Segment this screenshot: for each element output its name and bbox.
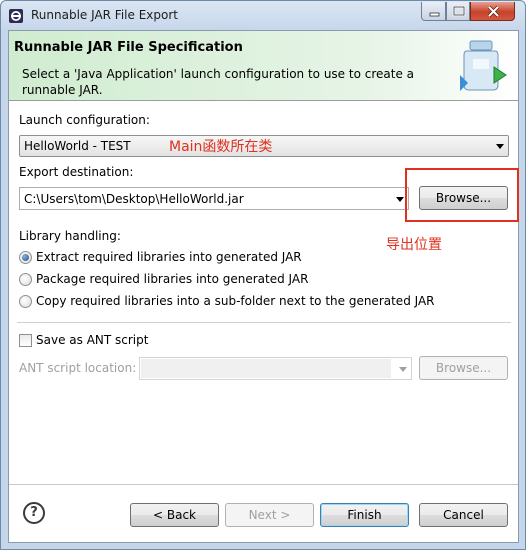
minimize-button[interactable]	[421, 2, 446, 21]
footer-divider	[9, 484, 518, 485]
launch-config-value: HelloWorld - TEST	[24, 139, 131, 153]
radio-package-libraries[interactable]	[19, 273, 32, 286]
export-destination-input[interactable]: C:\Users\tom\Desktop\HelloWorld.jar	[19, 187, 409, 210]
minimize-icon	[429, 12, 440, 17]
save-ant-label[interactable]: Save as ANT script	[36, 333, 148, 347]
chevron-down-icon	[399, 367, 407, 372]
section-divider	[17, 322, 511, 323]
browse-highlight-box	[405, 168, 519, 222]
maximize-icon	[452, 5, 466, 17]
package-libraries-label[interactable]: Package required libraries into generate…	[36, 272, 308, 286]
jar-wizard-icon	[460, 40, 507, 91]
copy-libraries-label[interactable]: Copy required libraries into a sub-folde…	[36, 294, 435, 308]
ant-location-field	[141, 359, 391, 378]
library-handling-label: Library handling:	[19, 229, 121, 243]
ant-location-label: ANT script location:	[19, 361, 137, 375]
window-title: Runnable JAR File Export	[31, 8, 178, 22]
page-description: Select a 'Java Application' launch confi…	[22, 67, 414, 97]
title-bar[interactable]: Runnable JAR File Export	[1, 1, 525, 30]
maximize-button[interactable]	[446, 2, 470, 21]
cancel-button[interactable]: Cancel	[419, 503, 508, 527]
export-location-annotation: 导出位置	[386, 237, 442, 253]
ant-location-input[interactable]	[139, 357, 412, 380]
launch-config-label: Launch configuration:	[19, 113, 150, 127]
export-destination-label: Export destination:	[19, 165, 134, 179]
page-title: Runnable JAR File Specification	[14, 40, 243, 55]
main-class-annotation: Main函数所在类	[169, 139, 273, 155]
ant-browse-button[interactable]: Browse...	[419, 356, 508, 380]
export-destination-value: C:\Users\tom\Desktop\HelloWorld.jar	[24, 192, 244, 206]
back-button[interactable]: < Back	[130, 503, 219, 527]
eclipse-app-icon	[9, 9, 23, 23]
dialog-window: Runnable JAR File Export Runnable JAR Fi…	[0, 0, 526, 550]
radio-extract-libraries[interactable]	[19, 251, 32, 264]
chevron-down-icon	[496, 144, 504, 149]
help-icon[interactable]: ?	[23, 502, 45, 524]
close-icon	[487, 5, 500, 18]
chevron-down-icon	[396, 197, 404, 202]
header-divider	[9, 100, 518, 101]
close-button[interactable]	[470, 2, 515, 21]
dialog-body: Runnable JAR File Specification Select a…	[8, 30, 519, 543]
extract-libraries-label[interactable]: Extract required libraries into generate…	[36, 250, 302, 264]
save-ant-checkbox[interactable]	[19, 334, 32, 347]
radio-copy-libraries[interactable]	[19, 295, 32, 308]
next-button[interactable]: Next >	[225, 503, 314, 527]
finish-button[interactable]: Finish	[320, 503, 409, 527]
wizard-header: Runnable JAR File Specification Select a…	[9, 31, 518, 100]
